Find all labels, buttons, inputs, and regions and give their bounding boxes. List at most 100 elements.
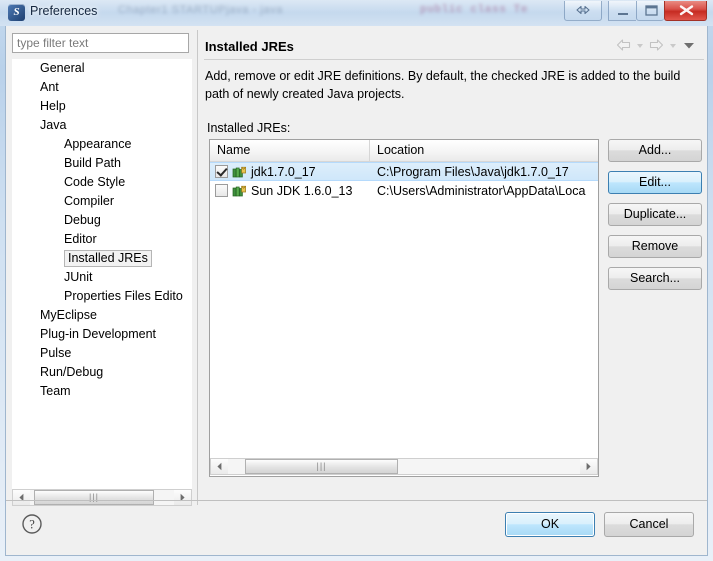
- table-row[interactable]: Sun JDK 1.6.0_13 C:\Users\Administrator\A…: [210, 181, 598, 200]
- help-icon: ?: [22, 514, 42, 534]
- scroll-thumb-grip: |||: [316, 461, 327, 471]
- sidebar-item-compiler[interactable]: Compiler: [12, 192, 192, 211]
- sidebar-item-label: General: [40, 61, 85, 75]
- sidebar-item-ant[interactable]: Ant: [12, 78, 192, 97]
- sidebar-item-myeclipse[interactable]: MyEclipse: [12, 306, 192, 325]
- right-arrow-icon: [586, 462, 591, 471]
- filter-input[interactable]: [12, 33, 189, 53]
- jre-icon-wrapper: [232, 165, 251, 179]
- installed-jres-label: Installed JREs:: [207, 121, 291, 135]
- table-scroll-track[interactable]: |||: [228, 459, 580, 474]
- search-button[interactable]: Search...: [608, 267, 702, 290]
- column-header-name[interactable]: Name: [210, 140, 370, 161]
- table-horizontal-scrollbar[interactable]: |||: [210, 458, 598, 475]
- jre-name: jdk1.7.0_17: [251, 164, 316, 179]
- left-arrow-icon: [217, 462, 222, 471]
- sidebar-item-label: Debug: [64, 213, 101, 227]
- sidebar-item-run-debug[interactable]: Run/Debug: [12, 363, 192, 382]
- jre-library-icon: [232, 166, 246, 177]
- sidebar-item-label: Plug-in Development: [40, 327, 157, 341]
- sidebar-item-label: Run/Debug: [40, 365, 104, 379]
- table-scroll-thumb[interactable]: |||: [245, 459, 398, 474]
- sidebar-item-properties-files-edito[interactable]: Properties Files Edito: [12, 287, 192, 306]
- jre-library-icon: [232, 185, 246, 196]
- sidebar-item-java[interactable]: Java: [12, 116, 192, 135]
- back-arrow-icon[interactable]: [615, 38, 632, 52]
- forward-dropdown-icon[interactable]: [668, 38, 678, 52]
- maximize-icon: [645, 5, 658, 16]
- sidebar-item-team[interactable]: Team: [12, 382, 192, 401]
- sidebar-item-junit[interactable]: JUnit: [12, 268, 192, 287]
- jre-checkbox[interactable]: [215, 184, 228, 197]
- pane-divider: [197, 30, 198, 505]
- help-button[interactable]: ?: [20, 512, 44, 536]
- minimize-icon: [618, 13, 628, 15]
- window-title: Preferences: [30, 4, 98, 18]
- close-icon: [679, 5, 694, 16]
- sidebar-item-installed-jres[interactable]: Installed JREs: [12, 249, 192, 268]
- tree-scroll-thumb[interactable]: |||: [34, 490, 154, 505]
- sidebar-item-help[interactable]: Help: [12, 97, 192, 116]
- sidebar-item-pulse[interactable]: Pulse: [12, 344, 192, 363]
- sidebar-item-general[interactable]: General: [12, 59, 192, 78]
- view-menu-icon[interactable]: [681, 38, 697, 52]
- eclipse-icon: S: [8, 4, 25, 21]
- sidebar-item-label: JUnit: [64, 270, 93, 284]
- dialog-client-area: General Ant Help Java Appearance Build Path Co…: [5, 26, 708, 556]
- sidebar-item-plug-in-development[interactable]: Plug-in Development: [12, 325, 192, 344]
- close-button[interactable]: [664, 1, 707, 21]
- installed-jres-table[interactable]: Name Location jdk1.7.0_17 C:\Program File…: [209, 139, 599, 477]
- maximize-button[interactable]: [636, 1, 664, 21]
- jre-checkbox[interactable]: [215, 165, 228, 178]
- ghost-editor-title: Chapter1 STARTUPjava - java: [118, 4, 283, 16]
- sidebar-item-label: Pulse: [40, 346, 72, 360]
- preferences-window: Chapter1 STARTUPjava - java public class…: [0, 0, 713, 561]
- preferences-tree[interactable]: General Ant Help Java Appearance Build Path Co…: [12, 59, 192, 489]
- footer-separator: [6, 500, 707, 501]
- cancel-button[interactable]: Cancel: [604, 512, 694, 537]
- sidebar-item-label: MyEclipse: [40, 308, 97, 322]
- sidebar-item-label: Appearance: [64, 137, 132, 151]
- sidebar-item-label: Java: [40, 118, 67, 132]
- column-header-location[interactable]: Location: [370, 140, 598, 161]
- scroll-left-arrow[interactable]: [13, 490, 30, 505]
- add-button[interactable]: Add...: [608, 139, 702, 162]
- sidebar-item-label: Build Path: [64, 156, 121, 170]
- page-nav-icons: [615, 38, 697, 52]
- jre-name: Sun JDK 1.6.0_13: [251, 183, 353, 198]
- sidebar-item-label: Installed JREs: [64, 250, 152, 267]
- remove-button[interactable]: Remove: [608, 235, 702, 258]
- scroll-right-arrow[interactable]: [174, 490, 191, 505]
- back-dropdown-icon[interactable]: [635, 38, 645, 52]
- table-scroll-right-arrow[interactable]: [580, 459, 597, 474]
- tree-horizontal-scrollbar[interactable]: |||: [12, 489, 192, 506]
- jre-location: C:\Program Files\Java\jdk1.7.0_17: [377, 164, 569, 179]
- sidebar-item-appearance[interactable]: Appearance: [12, 135, 192, 154]
- forward-arrow-icon[interactable]: [648, 38, 665, 52]
- minimize-button[interactable]: [608, 1, 636, 21]
- edit-button[interactable]: Edit...: [608, 171, 702, 194]
- sidebar-item-label: Editor: [64, 232, 97, 246]
- table-row[interactable]: jdk1.7.0_17 C:\Program Files\Java\jdk1.7.…: [210, 162, 598, 181]
- ghost-editor-code: public class Te: [420, 4, 529, 16]
- resize-restore-button[interactable]: [564, 1, 602, 21]
- table-body: jdk1.7.0_17 C:\Program Files\Java\jdk1.7.…: [210, 162, 598, 200]
- duplicate-button[interactable]: Duplicate...: [608, 203, 702, 226]
- ok-button[interactable]: OK: [505, 512, 595, 537]
- cell-name: jdk1.7.0_17: [210, 165, 370, 179]
- sidebar-item-label: Ant: [40, 80, 59, 94]
- title-bar[interactable]: Chapter1 STARTUPjava - java public class…: [0, 0, 713, 26]
- sidebar-item-code-style[interactable]: Code Style: [12, 173, 192, 192]
- page-description: Add, remove or edit JRE definitions. By …: [205, 69, 681, 101]
- table-scroll-left-arrow[interactable]: [211, 459, 228, 474]
- title-separator: [204, 59, 704, 60]
- sidebar-item-build-path[interactable]: Build Path: [12, 154, 192, 173]
- sidebar-item-editor[interactable]: Editor: [12, 230, 192, 249]
- page-title: Installed JREs: [205, 39, 294, 54]
- sidebar-item-label: Compiler: [64, 194, 115, 208]
- tree-scroll-track[interactable]: |||: [30, 490, 174, 505]
- sidebar-item-label: Team: [40, 384, 71, 398]
- resize-arrows-icon: [576, 5, 590, 15]
- sidebar-item-debug[interactable]: Debug: [12, 211, 192, 230]
- jre-location: C:\Users\Administrator\AppData\Loca: [377, 183, 586, 198]
